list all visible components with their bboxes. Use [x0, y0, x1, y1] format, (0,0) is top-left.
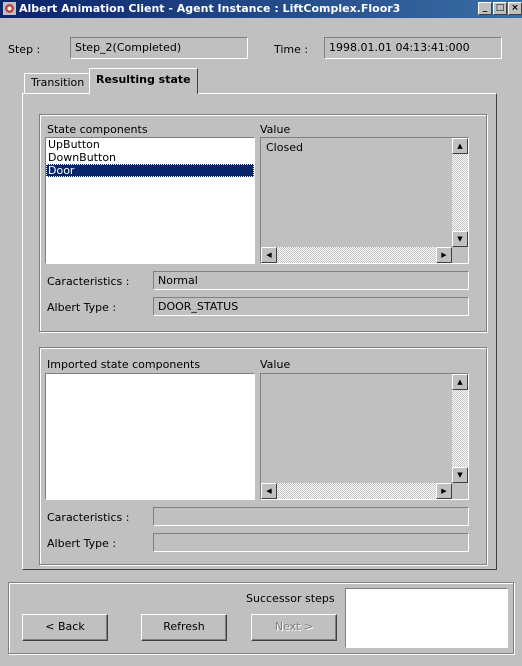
- imported-caracteristics-field: [153, 507, 469, 526]
- scroll-corner: [452, 483, 468, 499]
- title-bar[interactable]: Albert Animation Client - Agent Instance…: [0, 0, 522, 18]
- imported-caracteristics-label: Caracteristics :: [47, 511, 130, 524]
- albert-type-label: Albert Type :: [47, 301, 117, 314]
- list-item[interactable]: UpButton: [46, 138, 254, 151]
- state-components-list[interactable]: UpButton DownButton Door: [45, 137, 255, 264]
- value-box: Closed ▲ ▼ ◀ ▶: [260, 137, 469, 264]
- scroll-left-icon[interactable]: ◀: [261, 483, 277, 499]
- scroll-right-icon[interactable]: ▶: [436, 483, 452, 499]
- window-title: Albert Animation Client - Agent Instance…: [19, 2, 401, 15]
- scroll-down-icon[interactable]: ▼: [452, 231, 468, 247]
- imported-value-label: Value: [260, 358, 291, 371]
- successor-steps-list[interactable]: [345, 588, 508, 648]
- list-item[interactable]: DownButton: [46, 151, 254, 164]
- horizontal-scrollbar[interactable]: [261, 247, 452, 263]
- maximize-icon[interactable]: □: [493, 2, 507, 15]
- imported-albert-type-label: Albert Type :: [47, 537, 117, 550]
- next-button[interactable]: Next >: [251, 614, 337, 641]
- scroll-corner: [452, 247, 468, 263]
- scroll-down-icon[interactable]: ▼: [452, 467, 468, 483]
- tab-resulting-state[interactable]: Resulting state: [89, 68, 198, 94]
- imported-albert-type-field: [153, 533, 469, 552]
- state-components-label: State components: [47, 123, 148, 136]
- list-item[interactable]: Door: [46, 164, 254, 177]
- horizontal-scrollbar[interactable]: [261, 483, 452, 499]
- refresh-button[interactable]: Refresh: [141, 614, 227, 641]
- imported-components-label: Imported state components: [47, 358, 201, 371]
- close-icon[interactable]: ×: [508, 2, 522, 15]
- imported-components-list[interactable]: [45, 373, 255, 500]
- caracteristics-label: Caracteristics :: [47, 275, 130, 288]
- scroll-up-icon[interactable]: ▲: [452, 374, 468, 390]
- imported-value-box: ▲ ▼ ◀ ▶: [260, 373, 469, 500]
- time-label: Time :: [274, 43, 309, 56]
- value-label: Value: [260, 123, 291, 136]
- app-icon: [3, 2, 16, 15]
- back-button[interactable]: < Back: [22, 614, 108, 641]
- scroll-left-icon[interactable]: ◀: [261, 247, 277, 263]
- value-text: Closed: [266, 141, 303, 154]
- albert-type-field: DOOR_STATUS: [153, 297, 469, 316]
- step-label: Step :: [8, 43, 41, 56]
- time-field: 1998.01.01 04:13:41:000: [324, 37, 502, 59]
- scroll-right-icon[interactable]: ▶: [436, 247, 452, 263]
- minimize-icon[interactable]: _: [478, 2, 492, 15]
- step-field: Step_2(Completed): [70, 37, 248, 59]
- tab-transition[interactable]: Transition: [24, 73, 92, 93]
- scroll-up-icon[interactable]: ▲: [452, 138, 468, 154]
- caracteristics-field: Normal: [153, 271, 469, 290]
- successor-steps-label: Successor steps: [246, 592, 335, 605]
